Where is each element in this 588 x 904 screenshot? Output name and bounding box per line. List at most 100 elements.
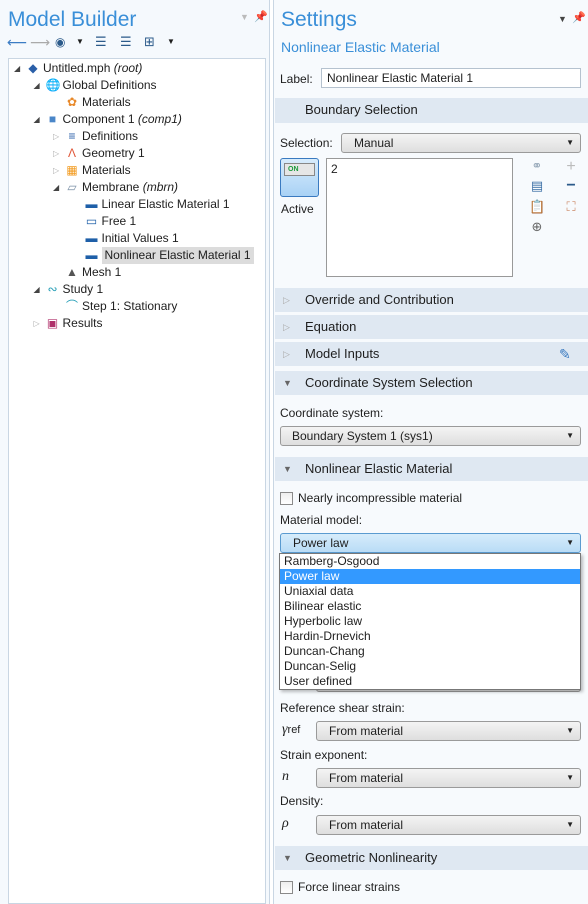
globe-icon: 🌐 <box>45 78 61 92</box>
label-input[interactable]: Nonlinear Elastic Material 1 <box>321 68 581 88</box>
material-model-option[interactable]: Uniaxial data <box>280 584 580 599</box>
coordinate-system-dropdown[interactable]: Boundary System 1 (sys1) <box>280 426 581 446</box>
eye-icon[interactable]: ◉ <box>55 35 65 49</box>
force-linear-checkbox[interactable] <box>280 881 293 894</box>
chevron-down-icon[interactable]: ▼ <box>76 37 84 46</box>
selection-dropdown[interactable]: Manual <box>341 133 581 153</box>
global-materials-icon: ✿ <box>66 95 78 109</box>
copy-icon[interactable]: ▤ <box>529 178 545 194</box>
section-title: Equation <box>305 319 357 334</box>
tree-item[interactable]: ◢ ▱ Membrane (mbrn) <box>9 179 265 196</box>
results-icon: ▣ <box>46 316 59 330</box>
section-geometric-nonlinearity[interactable]: ▼ Geometric Nonlinearity <box>275 846 588 870</box>
paste-icon[interactable]: 📋 <box>529 199 545 215</box>
material-model-option[interactable]: Hardin-Drnevich <box>280 629 580 644</box>
arrow-left-icon[interactable]: ⟵ <box>7 34 27 51</box>
exponent-caption: Strain exponent: <box>280 748 368 762</box>
mesh-icon: ▲ <box>66 265 78 279</box>
expand-icon[interactable]: ▷ <box>53 162 59 179</box>
tree-layout-icon[interactable]: ⊞ <box>144 34 155 50</box>
material-model-dropdown[interactable]: Power law <box>280 533 581 553</box>
section-equation[interactable]: ▷ Equation <box>275 315 588 339</box>
section-boundary-selection[interactable]: Boundary Selection <box>275 98 588 123</box>
collapse-icon[interactable]: ◢ <box>34 111 40 128</box>
tree-item[interactable]: ⌒ Step 1: Stationary <box>9 298 265 315</box>
material-model-option[interactable]: User defined <box>280 674 580 689</box>
tree-item[interactable]: ✿ Materials <box>9 94 265 111</box>
active-toggle-button[interactable]: ON <box>280 158 319 197</box>
material-model-option[interactable]: Duncan-Chang <box>280 644 580 659</box>
ref-shear-caption: Reference shear strain: <box>280 701 405 715</box>
pin-icon[interactable]: 📌 <box>572 11 586 24</box>
tree-item[interactable]: ▷ ≡ Definitions <box>9 128 265 145</box>
tree-item[interactable]: ▬ Initial Values 1 <box>9 230 265 247</box>
tree-item[interactable]: ▷ ▣ Results <box>9 315 265 332</box>
tree-item[interactable]: ◢ ■ Component 1 (comp1) <box>9 111 265 128</box>
tree-item[interactable]: ▬ Nonlinear Elastic Material 1 <box>9 247 265 264</box>
n-symbol: n <box>282 769 289 784</box>
tree-item[interactable]: ▷ ▦ Materials <box>9 162 265 179</box>
material-model-option[interactable]: Bilinear elastic <box>280 599 580 614</box>
tree-item[interactable]: ▭ Free 1 <box>9 213 265 230</box>
chevron-down-icon[interactable]: ▼ <box>167 37 175 46</box>
section-model-inputs[interactable]: ▷ Model Inputs ✎ <box>275 342 588 366</box>
expand-icon[interactable]: ▷ <box>34 315 40 332</box>
arrow-right-icon[interactable]: ⟶ <box>30 34 50 51</box>
tree-item[interactable]: ▬ Linear Elastic Material 1 <box>9 196 265 213</box>
density-caption: Density: <box>280 794 324 808</box>
collapse-icon[interactable]: ◢ <box>14 60 20 77</box>
geometry-icon: Ʌ <box>67 146 76 160</box>
collapse-icon[interactable]: ◢ <box>34 281 40 298</box>
move-down-icon[interactable]: ☰ <box>120 34 132 50</box>
selection-listbox[interactable]: 2 <box>326 158 513 277</box>
add-icon[interactable]: + <box>563 158 579 176</box>
tree-item[interactable]: ◢ ∾ Study 1 <box>9 281 265 298</box>
zoom-to-selection-icon[interactable]: ⚭ <box>529 158 545 174</box>
ref-shear-dropdown[interactable]: From material <box>316 721 581 741</box>
coordinate-caption: Coordinate system: <box>280 406 384 420</box>
chevron-down-icon: ▼ <box>283 378 292 388</box>
panel-menu-icon[interactable]: ▼ <box>240 12 249 22</box>
on-switch-icon: ON <box>284 163 315 176</box>
material-model-option[interactable]: Hyperbolic law <box>280 614 580 629</box>
pin-icon[interactable]: 📌 <box>254 10 268 23</box>
material-model-option[interactable]: Ramberg-Osgood <box>280 554 580 569</box>
tree-item[interactable]: ▷ Ʌ Geometry 1 <box>9 145 265 162</box>
nearly-incompressible-checkbox[interactable] <box>280 492 293 505</box>
selection-caption: Selection: <box>280 136 333 150</box>
force-linear-label: Force linear strains <box>298 880 401 894</box>
expand-icon[interactable]: ▷ <box>53 145 59 162</box>
tree-item-label: Membrane (mbrn) <box>82 180 179 194</box>
clear-selection-icon[interactable]: ⛶ <box>563 199 579 215</box>
edit-pencil-icon[interactable]: ✎ <box>559 342 571 366</box>
section-nonlinear-elastic[interactable]: ▼ Nonlinear Elastic Material <box>275 457 588 481</box>
model-tree: ◢ ◆ Untitled.mph (root) ◢ 🌐 Global Definition… <box>8 58 266 904</box>
panel-menu-icon[interactable]: ▼ <box>558 14 567 24</box>
move-up-icon[interactable]: ☰ <box>95 34 107 50</box>
panel-title: Settings <box>281 8 357 31</box>
expand-icon[interactable]: ▷ <box>53 128 59 145</box>
material-model-option[interactable]: Duncan-Selig <box>280 659 580 674</box>
section-title: Override and Contribution <box>305 292 454 307</box>
remove-icon[interactable]: − <box>563 177 579 195</box>
tree-item[interactable]: ◢ ◆ Untitled.mph (root) <box>9 60 265 77</box>
section-coordinate-system[interactable]: ▼ Coordinate System Selection <box>275 371 588 395</box>
density-dropdown[interactable]: From material <box>316 815 581 835</box>
membrane-icon: ▱ <box>67 180 77 194</box>
active-label: Active <box>281 202 314 216</box>
tree-item[interactable]: ▲ Mesh 1 <box>9 264 265 281</box>
exponent-dropdown[interactable]: From material <box>316 768 581 788</box>
chevron-down-icon: ▼ <box>283 853 292 863</box>
tree-item[interactable]: ◢ 🌐 Global Definitions <box>9 77 265 94</box>
materials-icon: ▦ <box>66 163 78 177</box>
collapse-icon[interactable]: ◢ <box>34 77 40 94</box>
linear-elastic-icon: ▬ <box>85 197 98 211</box>
material-model-option[interactable]: Power law <box>280 569 580 584</box>
collapse-icon[interactable]: ◢ <box>53 179 59 196</box>
settings-panel: Settings ▼ 📌 Nonlinear Elastic Material … <box>273 0 588 904</box>
section-title: Coordinate System Selection <box>305 375 473 390</box>
section-title: Geometric Nonlinearity <box>305 850 438 865</box>
zoom-extents-icon[interactable]: ⊕ <box>529 219 545 235</box>
tree-item-label: Geometry 1 <box>82 146 145 160</box>
section-override-contribution[interactable]: ▷ Override and Contribution <box>275 288 588 312</box>
